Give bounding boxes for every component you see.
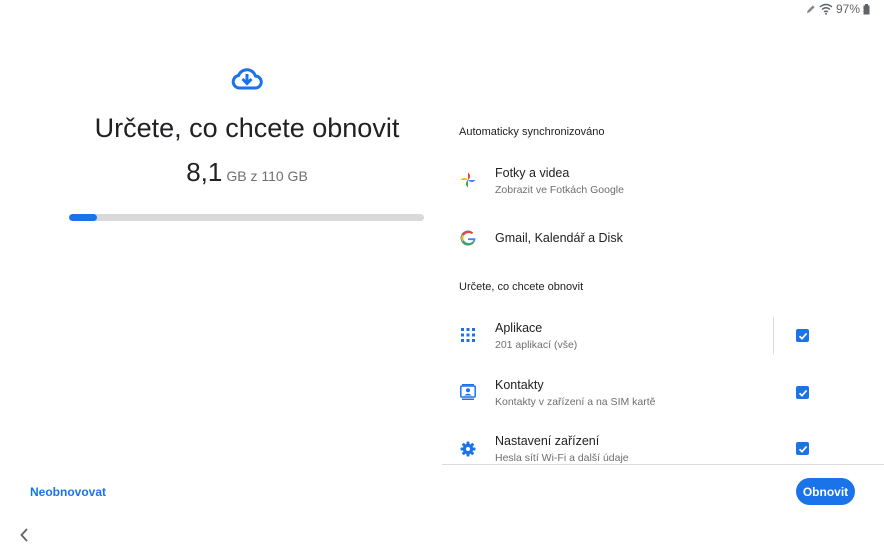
- wifi-icon: [819, 3, 833, 15]
- list-item-title: Gmail, Kalendář a Disk: [495, 231, 623, 245]
- list-item-apps[interactable]: Aplikace 201 aplikací (vše): [442, 310, 884, 360]
- list-item-subtitle: Zobrazit ve Fotkách Google: [495, 184, 624, 196]
- checkmark-icon: [798, 332, 807, 340]
- battery-percent: 97%: [835, 2, 860, 16]
- back-button[interactable]: [14, 525, 34, 545]
- storage-progress-fill: [69, 214, 98, 221]
- battery-icon: [863, 3, 870, 14]
- google-photos-icon: [458, 170, 478, 190]
- storage-summary: 8,1 GB z 110 GB: [0, 157, 494, 188]
- google-icon: [458, 228, 478, 248]
- storage-used: 8,1: [186, 157, 223, 187]
- device-settings-checkbox[interactable]: [796, 442, 809, 455]
- apps-grid-icon: [458, 325, 478, 345]
- list-item-photos[interactable]: Fotky a videa Zobrazit ve Fotkách Google: [442, 155, 884, 205]
- gear-icon: [458, 439, 478, 459]
- contacts-icon: [458, 382, 478, 402]
- storage-progress-bar: [69, 214, 424, 221]
- chevron-left-icon: [20, 528, 28, 542]
- list-item-contacts[interactable]: Kontakty Kontakty v zařízení a na SIM ka…: [442, 367, 884, 417]
- auto-sync-header: Automaticky synchronizováno: [459, 126, 605, 138]
- page-title: Určete, co chcete obnovit: [94, 113, 400, 143]
- list-bottom-divider: [442, 464, 884, 465]
- status-bar: 97%: [805, 1, 870, 17]
- list-item-title: Kontakty: [495, 378, 544, 392]
- checkmark-icon: [798, 389, 807, 397]
- list-item-gmail-calendar-drive[interactable]: Gmail, Kalendář a Disk: [442, 213, 884, 263]
- cloud-download-icon: [231, 66, 263, 92]
- apps-checkbox[interactable]: [796, 329, 809, 342]
- list-item-title: Nastavení zařízení: [495, 434, 600, 448]
- skip-restore-button[interactable]: Neobnovovat: [22, 479, 114, 505]
- checkmark-icon: [798, 445, 807, 453]
- restore-button[interactable]: Obnovit: [796, 478, 855, 505]
- list-item-device-settings[interactable]: Nastavení zařízení Hesla sítí Wi-Fi a da…: [442, 424, 884, 474]
- restore-choice-header: Určete, co chcete obnovit: [459, 281, 584, 293]
- list-item-title: Aplikace: [495, 321, 543, 335]
- list-item-title: Fotky a videa: [495, 166, 570, 180]
- storage-total: GB z 110 GB: [226, 168, 308, 184]
- pen-icon: [806, 4, 815, 13]
- row-divider: [773, 317, 774, 354]
- list-item-subtitle: Hesla sítí Wi-Fi a další údaje: [495, 452, 629, 464]
- list-item-subtitle: Kontakty v zařízení a na SIM kartě: [495, 396, 656, 408]
- list-item-subtitle: 201 aplikací (vše): [495, 339, 578, 351]
- contacts-checkbox[interactable]: [796, 386, 809, 399]
